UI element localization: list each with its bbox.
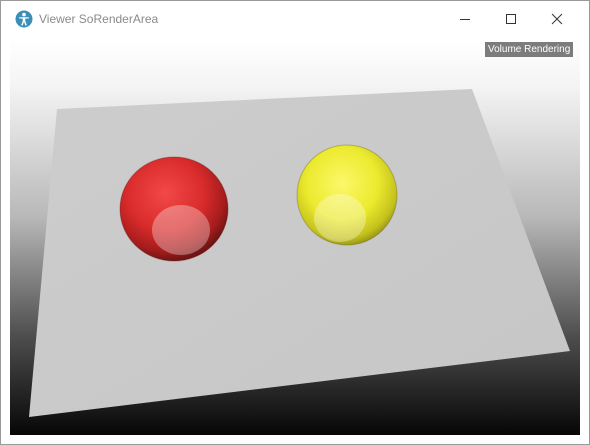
close-icon: [551, 13, 563, 25]
render-area[interactable]: Volume Rendering: [10, 39, 580, 435]
maximize-button[interactable]: [488, 1, 534, 37]
close-button[interactable]: [534, 1, 580, 37]
yellow-sphere-highlight: [314, 194, 366, 242]
minimize-button[interactable]: [442, 1, 488, 37]
title-bar[interactable]: Viewer SoRenderArea: [1, 1, 589, 39]
3d-scene[interactable]: [10, 39, 580, 435]
viewer-window: Viewer SoRenderArea Volume Rendering: [0, 0, 590, 445]
volume-rendering-label: Volume Rendering: [485, 42, 574, 57]
app-icon: [15, 10, 33, 28]
window-title: Viewer SoRenderArea: [39, 12, 159, 26]
yellow-sphere[interactable]: [296, 144, 398, 246]
maximize-icon: [506, 14, 516, 24]
minimize-icon: [460, 19, 470, 20]
red-sphere[interactable]: [119, 156, 229, 262]
red-sphere-highlight: [152, 205, 210, 255]
